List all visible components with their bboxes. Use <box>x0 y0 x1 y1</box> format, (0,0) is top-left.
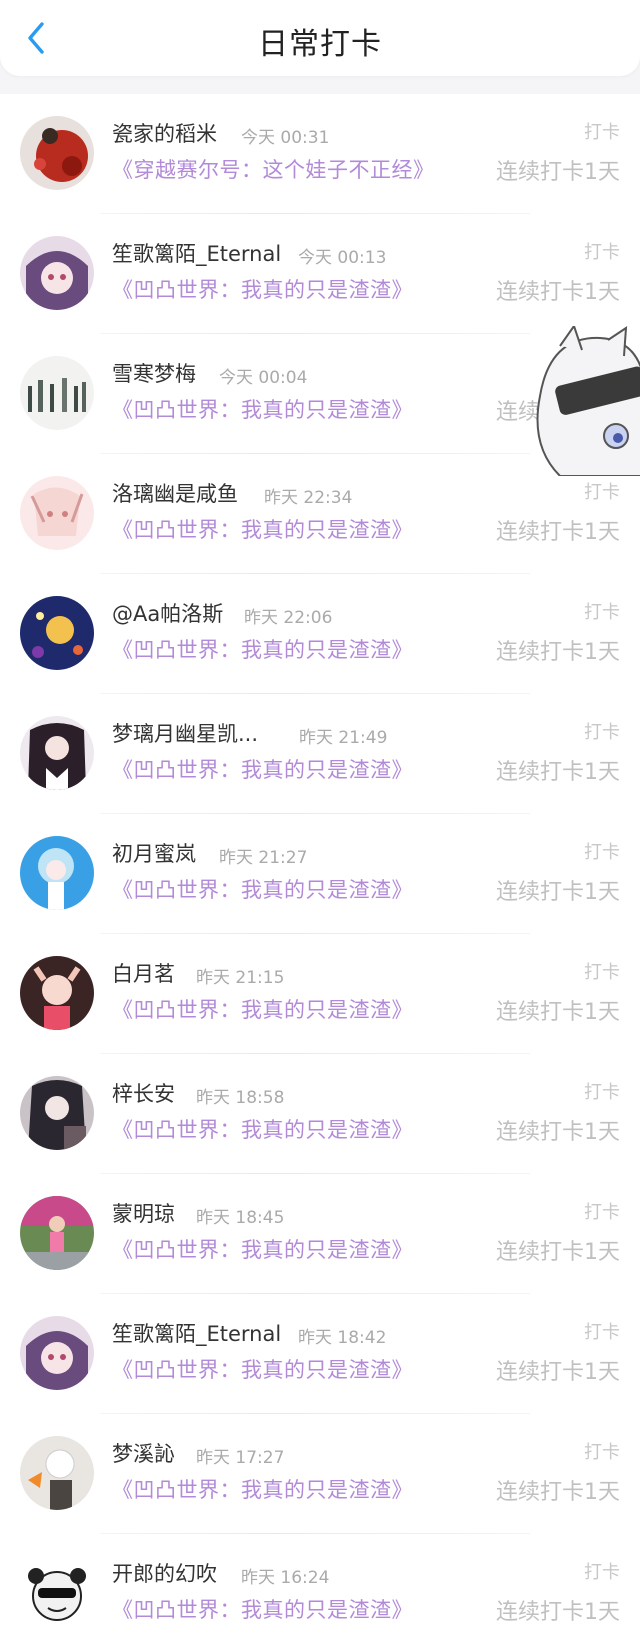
book-link[interactable]: 《凹凸世界：我真的只是渣渣》 <box>112 1474 413 1504</box>
checkin-tag: 打卡 <box>584 1082 620 1103</box>
checkin-list: 瓷家的稻米 今天 00:31 《穿越赛尔号：这个娃子不正经》 打卡 连续打卡1天… <box>0 94 640 1633</box>
streak-count: 连续打卡1天 <box>496 520 620 545</box>
avatar[interactable] <box>20 1436 94 1510</box>
book-link[interactable]: 《凹凸世界：我真的只是渣渣》 <box>112 634 413 664</box>
username[interactable]: 蒙明琼 <box>112 1198 175 1228</box>
streak-count: 连续打卡1天 <box>496 760 620 785</box>
book-link[interactable]: 《凹凸世界：我真的只是渣渣》 <box>112 874 413 904</box>
checkin-time: 昨天 21:27 <box>219 848 308 868</box>
username[interactable]: 瓷家的稻米 <box>112 118 217 148</box>
checkin-time: 昨天 18:45 <box>196 1208 285 1228</box>
avatar[interactable] <box>20 596 94 670</box>
streak-count: 连续打卡1天 <box>496 1360 620 1385</box>
username[interactable]: 白月茗 <box>112 958 175 988</box>
streak-count: 连续打卡1天 <box>496 1480 620 1505</box>
streak-count: 连续打卡1天 <box>496 880 620 905</box>
mascot-avatar-icon <box>536 323 640 477</box>
checkin-time: 今天 00:04 <box>219 368 308 388</box>
checkin-tag: 打卡 <box>584 602 620 623</box>
checkin-tag: 打卡 <box>584 842 620 863</box>
list-item[interactable]: 笙歌篱陌_Eternal 今天 00:13 《凹凸世界：我真的只是渣渣》 打卡 … <box>0 214 640 334</box>
floating-mascot[interactable] <box>530 323 640 477</box>
checkin-tag: 打卡 <box>584 1442 620 1463</box>
book-link[interactable]: 《凹凸世界：我真的只是渣渣》 <box>112 514 413 544</box>
book-link[interactable]: 《穿越赛尔号：这个娃子不正经》 <box>112 154 435 184</box>
book-link[interactable]: 《凹凸世界：我真的只是渣渣》 <box>112 994 413 1024</box>
list-item[interactable]: 梦溪訫 昨天 17:27 《凹凸世界：我真的只是渣渣》 打卡 连续打卡1天 <box>0 1414 640 1534</box>
checkin-time: 昨天 22:06 <box>244 608 333 628</box>
list-item[interactable]: 笙歌篱陌_Eternal 昨天 18:42 《凹凸世界：我真的只是渣渣》 打卡 … <box>0 1294 640 1414</box>
username[interactable]: 笙歌篱陌_Eternal <box>112 1318 281 1348</box>
book-link[interactable]: 《凹凸世界：我真的只是渣渣》 <box>112 1234 413 1264</box>
checkin-tag: 打卡 <box>584 1322 620 1343</box>
top-bar: 日常打卡 <box>0 0 640 76</box>
username[interactable]: 洛璃幽是咸鱼 <box>112 478 238 508</box>
username[interactable]: 雪寒梦梅 <box>112 358 196 388</box>
streak-count: 连续打卡1天 <box>496 1600 620 1625</box>
streak-count: 连续打卡1天 <box>496 1000 620 1025</box>
book-link[interactable]: 《凹凸世界：我真的只是渣渣》 <box>112 394 413 424</box>
username[interactable]: 梓长安 <box>112 1078 175 1108</box>
streak-count: 连续打卡1天 <box>496 280 620 305</box>
avatar[interactable] <box>20 116 94 190</box>
list-item[interactable]: 蒙明琼 昨天 18:45 《凹凸世界：我真的只是渣渣》 打卡 连续打卡1天 <box>0 1174 640 1294</box>
checkin-time: 昨天 18:58 <box>196 1088 285 1108</box>
avatar[interactable] <box>20 1196 94 1270</box>
book-link[interactable]: 《凹凸世界：我真的只是渣渣》 <box>112 1114 413 1144</box>
avatar[interactable] <box>20 836 94 910</box>
book-link[interactable]: 《凹凸世界：我真的只是渣渣》 <box>112 754 413 784</box>
avatar[interactable] <box>20 356 94 430</box>
checkin-time: 昨天 21:15 <box>196 968 285 988</box>
streak-count: 连续打卡1天 <box>496 160 620 185</box>
checkin-tag: 打卡 <box>584 722 620 743</box>
checkin-time: 昨天 17:27 <box>196 1448 285 1468</box>
book-link[interactable]: 《凹凸世界：我真的只是渣渣》 <box>112 1594 413 1624</box>
list-item[interactable]: 初月蜜岚 昨天 21:27 《凹凸世界：我真的只是渣渣》 打卡 连续打卡1天 <box>0 814 640 934</box>
username[interactable]: 开郎的幻吹 <box>112 1558 217 1588</box>
book-link[interactable]: 《凹凸世界：我真的只是渣渣》 <box>112 1354 413 1384</box>
list-item[interactable]: 开郎的幻吹 昨天 16:24 《凹凸世界：我真的只是渣渣》 打卡 连续打卡1天 <box>0 1534 640 1633</box>
avatar[interactable] <box>20 1556 94 1630</box>
checkin-tag: 打卡 <box>584 1202 620 1223</box>
checkin-tag: 打卡 <box>584 962 620 983</box>
list-item[interactable]: 白月茗 昨天 21:15 《凹凸世界：我真的只是渣渣》 打卡 连续打卡1天 <box>0 934 640 1054</box>
checkin-tag: 打卡 <box>584 1562 620 1583</box>
checkin-time: 昨天 22:34 <box>264 488 353 508</box>
avatar[interactable] <box>20 1316 94 1390</box>
streak-count: 连续打卡1天 <box>496 640 620 665</box>
list-item[interactable]: 梓长安 昨天 18:58 《凹凸世界：我真的只是渣渣》 打卡 连续打卡1天 <box>0 1054 640 1174</box>
checkin-tag: 打卡 <box>584 482 620 503</box>
checkin-time: 今天 00:13 <box>298 248 387 268</box>
avatar[interactable] <box>20 236 94 310</box>
avatar[interactable] <box>20 1076 94 1150</box>
avatar[interactable] <box>20 956 94 1030</box>
list-item[interactable]: @Aa帕洛斯 昨天 22:06 《凹凸世界：我真的只是渣渣》 打卡 连续打卡1天 <box>0 574 640 694</box>
list-item[interactable]: 梦璃月幽星凯... 昨天 21:49 《凹凸世界：我真的只是渣渣》 打卡 连续打… <box>0 694 640 814</box>
username[interactable]: 笙歌篱陌_Eternal <box>112 238 281 268</box>
list-item[interactable]: 瓷家的稻米 今天 00:31 《穿越赛尔号：这个娃子不正经》 打卡 连续打卡1天 <box>0 94 640 214</box>
username[interactable]: 初月蜜岚 <box>112 838 196 868</box>
streak-count: 连续打卡1天 <box>496 1240 620 1265</box>
checkin-time: 昨天 16:24 <box>241 1568 330 1588</box>
avatar[interactable] <box>20 476 94 550</box>
checkin-tag: 打卡 <box>584 122 620 143</box>
username[interactable]: @Aa帕洛斯 <box>112 598 223 628</box>
checkin-time: 昨天 18:42 <box>298 1328 387 1348</box>
checkin-time: 昨天 21:49 <box>299 728 388 748</box>
avatar[interactable] <box>20 716 94 790</box>
page-title: 日常打卡 <box>258 27 382 62</box>
checkin-time: 今天 00:31 <box>241 128 330 148</box>
book-link[interactable]: 《凹凸世界：我真的只是渣渣》 <box>112 274 413 304</box>
username[interactable]: 梦璃月幽星凯... <box>112 718 258 748</box>
streak-count: 连续打卡1天 <box>496 1120 620 1145</box>
checkin-tag: 打卡 <box>584 242 620 263</box>
username[interactable]: 梦溪訫 <box>112 1438 175 1468</box>
